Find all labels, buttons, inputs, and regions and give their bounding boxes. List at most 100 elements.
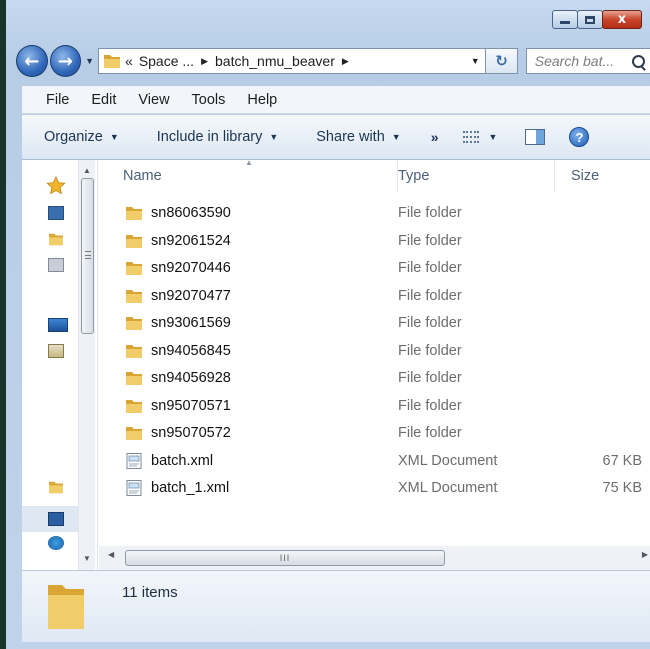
- file-type: File folder: [398, 260, 462, 276]
- menu-help[interactable]: Help: [247, 92, 277, 108]
- file-row[interactable]: sn92070477 File folder: [99, 283, 650, 310]
- file-name: batch_1.xml: [151, 480, 230, 496]
- file-row[interactable]: batch_1.xml XML Document 75 KB: [99, 475, 650, 502]
- file-type: File folder: [398, 370, 462, 386]
- chevron-down-icon: ▼: [488, 132, 498, 142]
- folder-icon: [104, 55, 121, 68]
- back-arrow-icon: ←: [24, 50, 40, 72]
- folder-icon: [126, 289, 142, 303]
- file-type: File folder: [398, 315, 462, 331]
- file-name: sn95070572: [151, 425, 231, 441]
- breadcrumb-separator-icon[interactable]: ▶: [342, 56, 349, 67]
- more-commands-button[interactable]: »: [431, 129, 439, 145]
- share-with-button[interactable]: Share with ▼: [316, 129, 400, 145]
- file-row[interactable]: sn95070572 File folder: [99, 420, 650, 447]
- folder-icon: [126, 344, 142, 358]
- address-bar[interactable]: « Space ... ▶ batch_nmu_beaver ▶ ▼: [98, 48, 487, 74]
- large-folder-icon: [48, 585, 84, 629]
- folder-icon: [126, 399, 142, 413]
- organize-button[interactable]: Organize ▼: [44, 129, 119, 145]
- file-row[interactable]: sn86063590 File folder: [99, 200, 650, 227]
- computer-icon[interactable]: [48, 318, 68, 332]
- file-name: sn93061569: [151, 315, 231, 331]
- address-dropdown-icon[interactable]: ▼: [465, 56, 485, 66]
- network-icon[interactable]: [48, 536, 64, 550]
- file-type: File folder: [398, 287, 462, 304]
- recent-pages-dropdown[interactable]: ▼: [85, 56, 94, 66]
- include-in-library-button[interactable]: Include in library ▼: [157, 129, 279, 145]
- network-drive-icon[interactable]: [48, 512, 64, 526]
- scroll-up-icon[interactable]: ▲: [79, 162, 95, 178]
- file-name: sn86063590: [151, 205, 231, 221]
- details-pane: 11 items: [22, 570, 650, 642]
- menu-view[interactable]: View: [138, 92, 169, 108]
- change-view-button[interactable]: ▼: [462, 131, 498, 143]
- nav-vertical-scrollbar[interactable]: ▲ ▼: [78, 160, 95, 570]
- search-input[interactable]: Search bat...: [525, 48, 650, 74]
- scroll-left-icon[interactable]: ◀: [108, 550, 114, 559]
- close-button[interactable]: x: [602, 10, 642, 29]
- folder-icon[interactable]: [48, 480, 64, 494]
- minimize-button[interactable]: [552, 10, 578, 29]
- file-type: File folder: [398, 342, 462, 359]
- chevron-down-icon: ▼: [109, 132, 119, 142]
- scroll-right-icon[interactable]: ▶: [642, 550, 648, 559]
- forward-arrow-icon: →: [57, 50, 73, 72]
- recent-places-icon[interactable]: [48, 258, 64, 272]
- file-row[interactable]: sn93061569 File folder: [99, 310, 650, 337]
- maximize-button[interactable]: [577, 10, 603, 29]
- file-name: sn94056845: [151, 342, 231, 359]
- file-type: File folder: [398, 205, 462, 221]
- horizontal-scroll-thumb[interactable]: III: [125, 550, 445, 566]
- breadcrumb-prefix[interactable]: «: [125, 53, 133, 69]
- maximize-icon: [585, 15, 595, 24]
- menu-file[interactable]: File: [46, 92, 69, 108]
- search-icon[interactable]: [631, 54, 645, 68]
- forward-button[interactable]: →: [49, 45, 82, 77]
- desktop-icon[interactable]: [48, 206, 64, 220]
- command-bar: Organize ▼ Include in library ▼ Share with…: [22, 115, 650, 160]
- file-row[interactable]: sn94056928 File folder: [99, 365, 650, 392]
- explorer-window: x ← → ▼ « Space ... ▶ batch_nmu_beaver ▶…: [0, 0, 650, 649]
- breadcrumb-item-space[interactable]: Space ...: [139, 53, 194, 69]
- column-header-name[interactable]: Name ▲: [99, 158, 398, 192]
- column-size-label: Size: [571, 168, 600, 184]
- file-name: sn92061524: [151, 232, 231, 249]
- file-name: sn92070477: [151, 287, 231, 304]
- folder-icon: [126, 317, 142, 330]
- file-row[interactable]: sn92070446 File folder: [99, 255, 650, 282]
- breadcrumb-item-batch-nmu-beaver[interactable]: batch_nmu_beaver: [215, 53, 335, 69]
- navigation-bar: ← → ▼ « Space ... ▶ batch_nmu_beaver ▶ ▼…: [16, 44, 650, 78]
- file-row[interactable]: sn92061524 File folder: [99, 228, 650, 255]
- horizontal-scrollbar[interactable]: ◀ III ▶: [99, 546, 650, 570]
- help-icon[interactable]: ?: [569, 127, 590, 147]
- refresh-button[interactable]: ↻: [486, 48, 518, 74]
- column-header-type[interactable]: Type: [398, 160, 555, 192]
- content-area: ▲ ▼ Name ▲ Type Size sn86063590 File fold…: [22, 158, 650, 570]
- file-name: batch.xml: [151, 452, 214, 469]
- favorites-star-icon[interactable]: [46, 176, 66, 196]
- menu-tools[interactable]: Tools: [192, 92, 226, 108]
- search-placeholder: Search bat...: [534, 53, 615, 69]
- libraries-icon[interactable]: [48, 344, 64, 358]
- scroll-thumb[interactable]: [81, 178, 94, 334]
- file-name: sn94056928: [151, 370, 231, 386]
- back-button[interactable]: ←: [16, 45, 48, 77]
- downloads-folder-icon[interactable]: [48, 232, 64, 246]
- column-name-label: Name: [123, 168, 162, 184]
- scroll-down-icon[interactable]: ▼: [79, 550, 95, 566]
- breadcrumb-separator-icon[interactable]: ▶: [201, 56, 208, 67]
- preview-pane-icon[interactable]: [525, 129, 546, 145]
- sort-ascending-icon: ▲: [245, 158, 253, 167]
- include-in-library-label: Include in library: [156, 129, 263, 145]
- menu-edit[interactable]: Edit: [91, 92, 116, 108]
- menu-bar: File Edit View Tools Help: [22, 86, 650, 114]
- file-row[interactable]: sn94056845 File folder: [99, 338, 650, 365]
- column-header-size[interactable]: Size: [555, 160, 650, 192]
- folder-icon: [126, 262, 142, 275]
- file-row[interactable]: sn95070571 File folder: [99, 393, 650, 420]
- xml-file-icon: [126, 452, 142, 469]
- file-row[interactable]: batch.xml XML Document 67 KB: [99, 448, 650, 475]
- xml-file-icon: [126, 480, 142, 496]
- file-type: XML Document: [398, 452, 498, 469]
